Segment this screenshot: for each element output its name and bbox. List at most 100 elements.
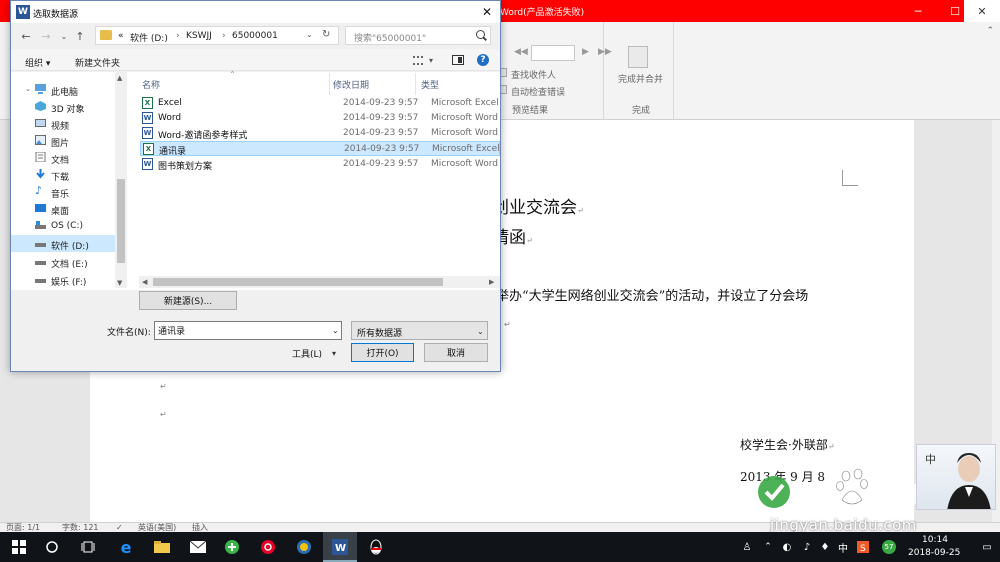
tools-menu-button[interactable]: 工具(L): [292, 347, 322, 360]
search-input[interactable]: 搜索"65000001": [345, 26, 491, 45]
word-app-icon[interactable]: W: [330, 532, 350, 562]
address-bar[interactable]: « 软件 (D:) › KSWJJ › 65000001 ⌄ ↻: [95, 26, 339, 45]
column-separator[interactable]: [415, 73, 416, 95]
download-icon: [36, 169, 45, 179]
navigation-scroll-thumb[interactable]: [117, 179, 125, 263]
ime-indicator[interactable]: 中: [836, 532, 850, 562]
back-arrow-icon[interactable]: ←: [19, 29, 33, 43]
preview-pane-icon[interactable]: [452, 55, 464, 65]
netease-music-icon[interactable]: [258, 532, 278, 562]
file-type-select[interactable]: 所有数据源 ⌄: [351, 321, 488, 340]
file-row-excel[interactable]: X Excel 2014-09-23 9:57 Microsoft Excel: [140, 96, 500, 111]
next-record-icon[interactable]: ▶: [582, 47, 589, 57]
dialog-title: 选取数据源: [33, 10, 79, 20]
file-explorer-icon[interactable]: [152, 532, 172, 562]
scroll-left-arrow-icon[interactable]: ◀: [142, 278, 147, 286]
excel-file-icon: X: [142, 97, 153, 109]
last-record-icon[interactable]: ▶▶: [598, 47, 612, 57]
nav-item-this-pc[interactable]: ⌄ 此电脑: [11, 81, 127, 98]
ribbon-collapse-icon[interactable]: ⌃: [986, 26, 994, 36]
organize-menu[interactable]: 组织 ▾: [25, 56, 50, 69]
record-number-input[interactable]: [531, 45, 575, 61]
finish-merge-button[interactable]: 完成并合并: [618, 72, 663, 85]
clock-time[interactable]: 10:14: [922, 535, 948, 545]
windows-start-icon[interactable]: [8, 532, 30, 562]
nav-item-desktop[interactable]: 桌面: [11, 200, 127, 217]
column-header-name[interactable]: 名称: [142, 78, 160, 91]
close-button[interactable]: ✕: [964, 0, 1000, 22]
address-dropdown-icon[interactable]: ⌄: [306, 30, 313, 39]
column-header-type[interactable]: 类型: [421, 78, 439, 91]
refresh-icon[interactable]: ↻: [322, 29, 330, 40]
scroll-right-arrow-icon[interactable]: ▶: [489, 278, 494, 286]
sogou-ime-icon[interactable]: S: [856, 532, 870, 562]
green-app-icon[interactable]: [222, 532, 242, 562]
edge-browser-icon[interactable]: e: [116, 532, 136, 562]
desktop-icon: [35, 204, 46, 212]
people-icon[interactable]: ♙: [740, 532, 754, 562]
globe-app-icon[interactable]: [294, 532, 314, 562]
chevron-up-icon[interactable]: ⌃: [762, 532, 774, 562]
dialog-titlebar[interactable]: W 选取数据源 ✕: [11, 1, 500, 23]
dialog-close-button[interactable]: ✕: [477, 3, 497, 21]
view-options-icon[interactable]: [413, 56, 423, 65]
new-source-button[interactable]: 新建源(S)...: [139, 291, 237, 310]
address-separator[interactable]: ›: [176, 31, 180, 41]
address-separator[interactable]: ›: [222, 31, 226, 41]
task-view-icon[interactable]: [78, 532, 98, 562]
auto-check-button[interactable]: 自动检查错误: [511, 85, 565, 98]
clock-date[interactable]: 2018-09-25: [908, 548, 960, 558]
cortana-icon[interactable]: [42, 532, 62, 562]
file-list-scroll-thumb[interactable]: [153, 278, 443, 286]
first-record-icon[interactable]: ◀◀: [514, 47, 528, 57]
volume-icon[interactable]: ♪: [800, 532, 814, 562]
file-row-book-plan[interactable]: W 图书策划方案 2014-09-23 9:57 Microsoft Word: [140, 157, 500, 172]
network-icon[interactable]: ◐: [780, 532, 794, 562]
security-badge[interactable]: 57: [880, 532, 898, 562]
tools-dropdown-icon[interactable]: ▾: [332, 349, 336, 358]
file-row-word-invitation[interactable]: W Word-邀请函参考样式 2014-09-23 9:57 Microsoft…: [140, 126, 500, 141]
column-separator[interactable]: [329, 73, 330, 95]
filename-input[interactable]: [154, 321, 342, 340]
notification-bell-icon[interactable]: ♦: [818, 532, 832, 562]
address-segment-folder[interactable]: KSWJJ: [186, 31, 212, 41]
cancel-button[interactable]: 取消: [424, 343, 488, 362]
mail-icon[interactable]: [188, 532, 208, 562]
qq-icon[interactable]: [366, 532, 386, 562]
action-center-icon[interactable]: ▭: [980, 532, 994, 562]
forward-arrow-icon[interactable]: →: [39, 29, 53, 43]
nav-item-3d-objects[interactable]: 3D 对象: [11, 98, 127, 115]
nav-item-music[interactable]: ♪ 音乐: [11, 183, 127, 200]
minimize-button[interactable]: ─: [900, 0, 936, 22]
nav-item-downloads[interactable]: 下载: [11, 166, 127, 183]
word-file-icon: W: [142, 112, 153, 124]
scroll-up-arrow-icon[interactable]: ▲: [117, 74, 122, 82]
help-icon[interactable]: ?: [477, 54, 489, 66]
person-icon: [947, 453, 991, 509]
file-row-contacts[interactable]: X 通讯录 2014-09-23 9:57 Microsoft Excel: [140, 141, 500, 157]
column-header-date[interactable]: 修改日期: [333, 78, 369, 91]
view-dropdown-icon[interactable]: ▾: [429, 56, 433, 65]
nav-item-drive-e[interactable]: 文档 (E:): [11, 253, 127, 270]
find-recipient-button[interactable]: 查找收件人: [511, 68, 556, 81]
ribbon-group-label-preview: 预览结果: [512, 106, 549, 116]
address-segment-current[interactable]: 65000001: [232, 31, 278, 41]
nav-item-documents[interactable]: 文档: [11, 149, 127, 166]
recent-dropdown-icon[interactable]: ⌄: [57, 29, 71, 43]
nav-item-videos[interactable]: 视频: [11, 115, 127, 132]
file-row-word[interactable]: W Word 2014-09-23 9:57 Microsoft Word: [140, 111, 500, 126]
nav-item-pictures[interactable]: 图片: [11, 132, 127, 149]
open-button[interactable]: 打开(O): [351, 343, 414, 362]
address-overflow[interactable]: «: [118, 31, 124, 41]
chevron-down-icon[interactable]: ⌄: [477, 327, 484, 336]
address-segment-drive[interactable]: 软件 (D:): [130, 31, 168, 44]
nav-item-drive-c[interactable]: OS (C:): [11, 217, 127, 234]
nav-item-drive-f[interactable]: 娱乐 (F:): [11, 271, 127, 288]
nav-item-drive-d[interactable]: 软件 (D:): [11, 235, 127, 252]
search-icon[interactable]: [476, 30, 485, 39]
new-folder-button[interactable]: 新建文件夹: [75, 56, 120, 69]
doc-body-line: 举办“大学生网络创业交流会”的活动，并设立了分会场: [496, 289, 809, 304]
up-arrow-icon[interactable]: ↑: [73, 29, 87, 43]
filename-dropdown-icon[interactable]: ⌄: [332, 326, 339, 335]
scroll-down-arrow-icon[interactable]: ▼: [117, 279, 122, 287]
